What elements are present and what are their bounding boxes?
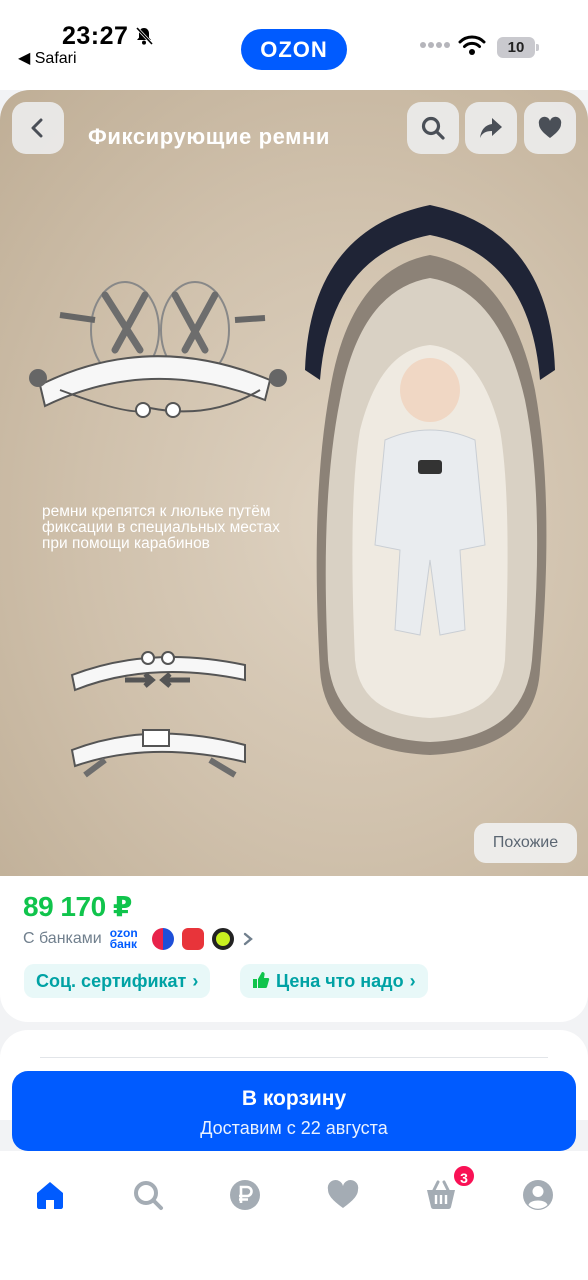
chip-label: Цена что надо (276, 971, 404, 991)
bassinet-illustration (305, 205, 555, 755)
ozon-logo[interactable]: OZON (241, 29, 347, 70)
back-icon (31, 118, 43, 138)
banks-label: С банками (23, 930, 102, 947)
image-title: Фиксирующие ремни (88, 124, 331, 149)
tab-search[interactable] (128, 1175, 168, 1215)
share-icon (480, 118, 502, 138)
product-image[interactable]: Фиксирующие ремни ремни крепятся к люльк… (0, 90, 588, 876)
price-card: 89 170 ₽ С банками ozon банк Соц. сертиф… (0, 876, 588, 1022)
cart-icon (427, 1180, 455, 1209)
image-caption: ремни крепятся к люльке путём фиксации в… (42, 503, 280, 552)
add-to-cart-label: В корзину (241, 1087, 347, 1110)
wifi-icon (458, 35, 486, 55)
signal-dots-icon (420, 42, 450, 48)
tab-finance[interactable] (225, 1175, 265, 1215)
bank-offers[interactable]: С банками ozon банк (23, 926, 254, 951)
search-icon (421, 116, 445, 140)
chevron-right-icon (243, 932, 253, 946)
product-price: 89 170 ₽ (23, 891, 132, 922)
divider (40, 1057, 548, 1058)
delivery-date-label: Доставим с 22 августа (200, 1118, 388, 1138)
bottom-tab-bar: 3 (0, 1151, 588, 1280)
bank-icon-1 (151, 928, 174, 950)
battery-indicator: 10 (497, 37, 539, 58)
bank-icon-3 (211, 928, 234, 950)
heart-icon (538, 116, 562, 138)
chip-social-certificate[interactable]: Соц. сертификат › (24, 964, 211, 998)
ruble-icon (230, 1180, 260, 1210)
cart-count-badge: 3 (452, 1164, 476, 1188)
home-icon (37, 1182, 63, 1209)
tab-home[interactable] (30, 1175, 70, 1215)
bell-off-icon (135, 26, 154, 46)
bank-icon-2 (181, 928, 204, 950)
status-time: 23:27 (62, 22, 129, 50)
thumbs-up-icon (253, 972, 270, 988)
favorite-button[interactable] (524, 102, 576, 154)
tab-favorites[interactable] (323, 1175, 363, 1215)
back-to-safari[interactable]: ◀ Safari (18, 48, 77, 68)
back-button[interactable] (12, 102, 64, 154)
chip-label: Соц. сертификат (36, 971, 187, 991)
add-to-cart-button[interactable]: В корзину Доставим с 22 августа (12, 1071, 576, 1151)
status-bar: 23:27 ◀ Safari OZON 10 (0, 0, 588, 90)
chip-good-price[interactable]: Цена что надо › (240, 964, 428, 998)
heart-icon (327, 1180, 359, 1208)
profile-icon (523, 1180, 553, 1210)
strap-diagram-illustration (29, 281, 287, 778)
ozon-bank-logo: ozon банк (109, 926, 138, 951)
similar-button[interactable]: Похожие (474, 823, 577, 863)
chevron-right-icon: › (409, 971, 416, 991)
search-icon (134, 1181, 163, 1210)
search-button[interactable] (407, 102, 459, 154)
tab-profile[interactable] (518, 1175, 558, 1215)
share-button[interactable] (465, 102, 517, 154)
chevron-right-icon: › (192, 971, 199, 991)
